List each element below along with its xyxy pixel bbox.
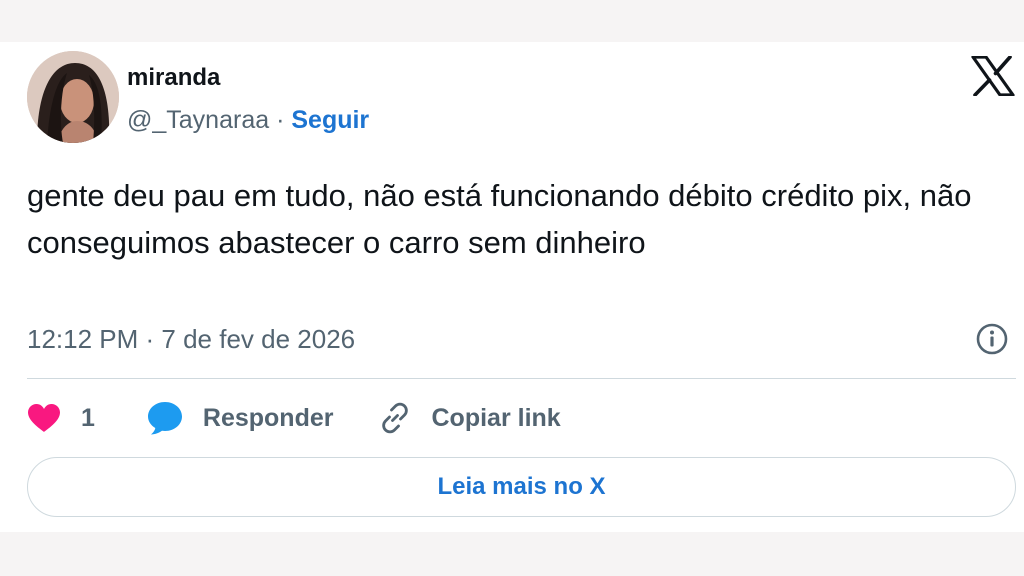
heart-icon [28,404,60,432]
author-handle[interactable]: @_Taynaraa [127,106,269,134]
author-display-name[interactable]: miranda [127,64,220,92]
divider [27,378,1016,379]
handle-separator: · [269,106,292,134]
author-handle-line: @_Taynaraa · Seguir [127,105,369,135]
tweet-embed-card: miranda @_Taynaraa · Seguir gente deu pa… [0,42,1024,532]
follow-button[interactable]: Seguir [291,106,369,134]
x-logo-icon[interactable] [971,55,1015,97]
link-icon [381,402,408,434]
copy-link-button[interactable]: Copiar link [378,401,561,435]
like-count: 1 [81,403,95,432]
tweet-date: 7 de fev de 2026 [161,324,356,354]
tweet-timestamp[interactable]: 12:12 PM · 7 de fev de 2026 [27,323,355,355]
tweet-actions: 1 Responder Copiar link [27,397,561,439]
like-button[interactable]: 1 [27,403,95,433]
reply-button[interactable]: Responder [147,401,334,435]
avatar-image [27,51,119,143]
tweet-text: gente deu pau em tudo, não está funciona… [27,178,972,260]
avatar[interactable] [27,51,119,143]
reply-label: Responder [202,403,334,432]
info-icon[interactable] [975,322,1009,356]
timestamp-separator: · [138,324,162,354]
tweet-time: 12:12 PM [27,324,139,354]
speech-bubble-icon [147,402,182,435]
copy-link-label: Copiar link [431,403,561,432]
read-more-button[interactable]: Leia mais no X [27,457,1016,517]
